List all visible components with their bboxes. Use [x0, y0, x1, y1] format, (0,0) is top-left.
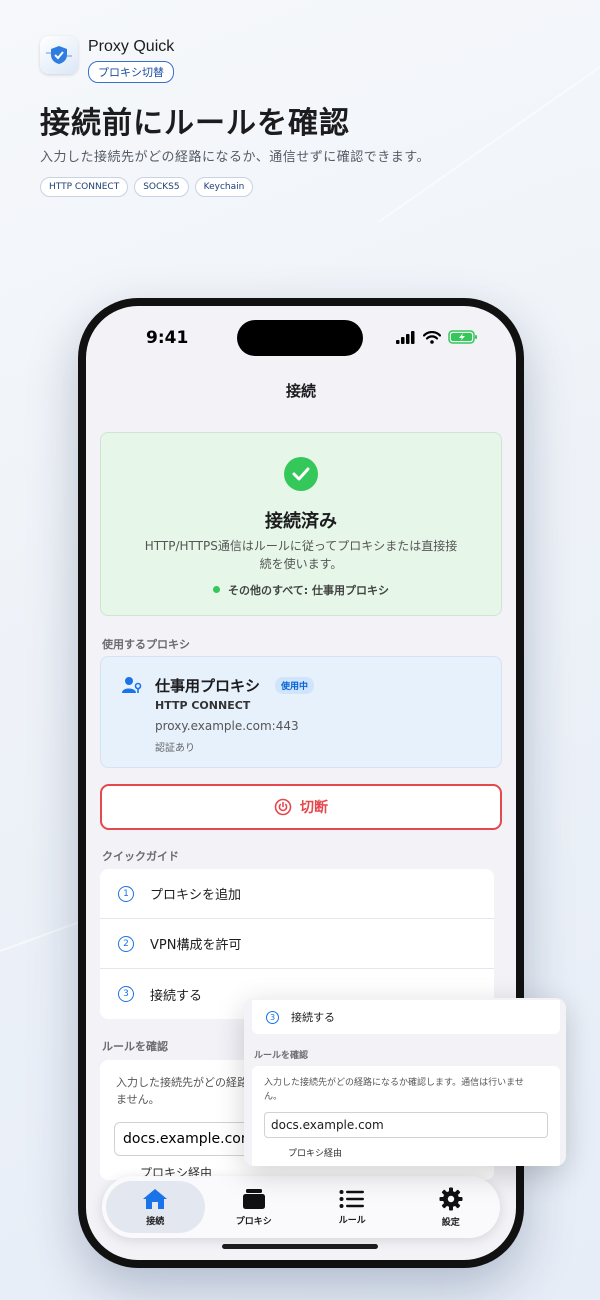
tab-settings[interactable]: 設定: [402, 1181, 501, 1233]
step-number: 3: [266, 1010, 279, 1024]
home-icon: [143, 1188, 168, 1209]
app-subtag: プロキシ切替: [88, 61, 174, 83]
zoom-destination-input: docs.example.com: [264, 1112, 548, 1138]
wifi-icon: [423, 330, 441, 344]
tab-label: プロキシ: [235, 1216, 272, 1227]
proxy-card[interactable]: 仕事用プロキシ 使用中 HTTP CONNECT proxy.example.c…: [100, 656, 502, 768]
feature-tag: HTTP CONNECT: [40, 177, 129, 197]
background-ray: [379, 48, 600, 222]
subline: 入力した接続先がどの経路になるか、通信せずに確認できます。: [40, 150, 430, 165]
tab-label: ルール: [338, 1215, 366, 1226]
rule-check-label: ルールを確認: [102, 1040, 168, 1053]
guide-item-allow-vpn[interactable]: 2 VPN構成を許可: [100, 919, 494, 969]
feature-tag: SOCKS5: [134, 177, 189, 197]
tab-bar: 接続 プロキシ ルール 設定: [102, 1176, 500, 1238]
active-badge: 使用中: [275, 677, 315, 694]
proxy-name: 仕事用プロキシ: [155, 677, 261, 695]
shield-icon: [46, 46, 72, 64]
proxy-auth: 認証あり: [155, 743, 195, 754]
nav-title: 接続: [285, 382, 316, 400]
zoom-callout: 3 接続する ルールを確認 入力した接続先がどの経路になるか確認します。通信は行…: [244, 998, 566, 1166]
proxy-host: proxy.example.com:443: [155, 719, 299, 733]
status-dot: [212, 586, 220, 593]
tab-label: 接続: [146, 1216, 165, 1227]
battery-charging-icon: [448, 330, 477, 344]
tab-label: 設定: [441, 1217, 460, 1228]
disconnect-label: 切断: [300, 800, 328, 816]
connection-title: 接続済み: [265, 511, 337, 532]
guide-item-label: プロキシを追加: [150, 888, 242, 903]
feature-tag: Keychain: [194, 177, 254, 197]
guide-item-add-proxy[interactable]: 1 プロキシを追加: [100, 869, 494, 919]
guide-section-label: クイックガイド: [102, 850, 179, 863]
proxy-section-label: 使用するプロキシ: [102, 638, 190, 651]
home-indicator: [222, 1244, 378, 1249]
zoom-guide-item-connect: 3 接続する: [252, 1000, 560, 1034]
signal-icon: [396, 330, 415, 344]
zoom-rule-check-label: ルールを確認: [254, 1051, 309, 1061]
connection-status-card: 接続済み HTTP/HTTPS通信はルールに従ってプロキシまたは直接接続を使いま…: [100, 432, 502, 616]
headline: 接続前にルールを確認: [40, 106, 350, 141]
rule-summary: その他のすべて: 仕事用プロキシ: [101, 582, 501, 598]
tab-connect[interactable]: 接続: [106, 1181, 205, 1233]
rule-summary-text: その他のすべて: 仕事用プロキシ: [227, 584, 390, 597]
app-name: Proxy Quick: [88, 38, 175, 55]
tab-rules[interactable]: ルール: [303, 1181, 402, 1233]
user-key-icon: [122, 677, 142, 693]
step-number: 2: [118, 935, 134, 952]
quick-guide-list: 1 プロキシを追加 2 VPN構成を許可 3 接続する: [100, 869, 494, 1019]
disconnect-button[interactable]: 切断: [100, 784, 502, 830]
zoom-rule-description: 入力した接続先がどの経路になるか確認します。通信は行いません。: [264, 1078, 524, 1102]
connection-description: HTTP/HTTPS通信はルールに従ってプロキシまたは直接接続を使います。: [144, 539, 458, 571]
zoom-rule-result: プロキシ経由: [288, 1149, 343, 1159]
zoom-rule-check-card: 入力した接続先がどの経路になるか確認します。通信は行いません。 docs.exa…: [252, 1066, 560, 1166]
check-icon: [284, 457, 318, 491]
guide-item-label: 接続する: [150, 988, 203, 1004]
dynamic-island: [237, 320, 363, 356]
app-logo: [40, 36, 78, 74]
tab-proxy[interactable]: プロキシ: [205, 1181, 304, 1233]
step-number: 3: [118, 986, 134, 1002]
status-icons: [396, 330, 478, 344]
step-number: 1: [118, 885, 134, 902]
status-time: 9:41: [146, 328, 189, 348]
server-icon: [242, 1188, 265, 1209]
proxy-type: HTTP CONNECT: [155, 699, 251, 712]
list-icon: [339, 1189, 365, 1208]
feature-tags: HTTP CONNECT SOCKS5 Keychain: [40, 177, 254, 197]
zoom-guide-label: 接続する: [291, 1011, 335, 1024]
gear-icon: [439, 1187, 463, 1210]
guide-item-label: VPN構成を許可: [150, 938, 242, 953]
power-icon: [274, 798, 292, 816]
